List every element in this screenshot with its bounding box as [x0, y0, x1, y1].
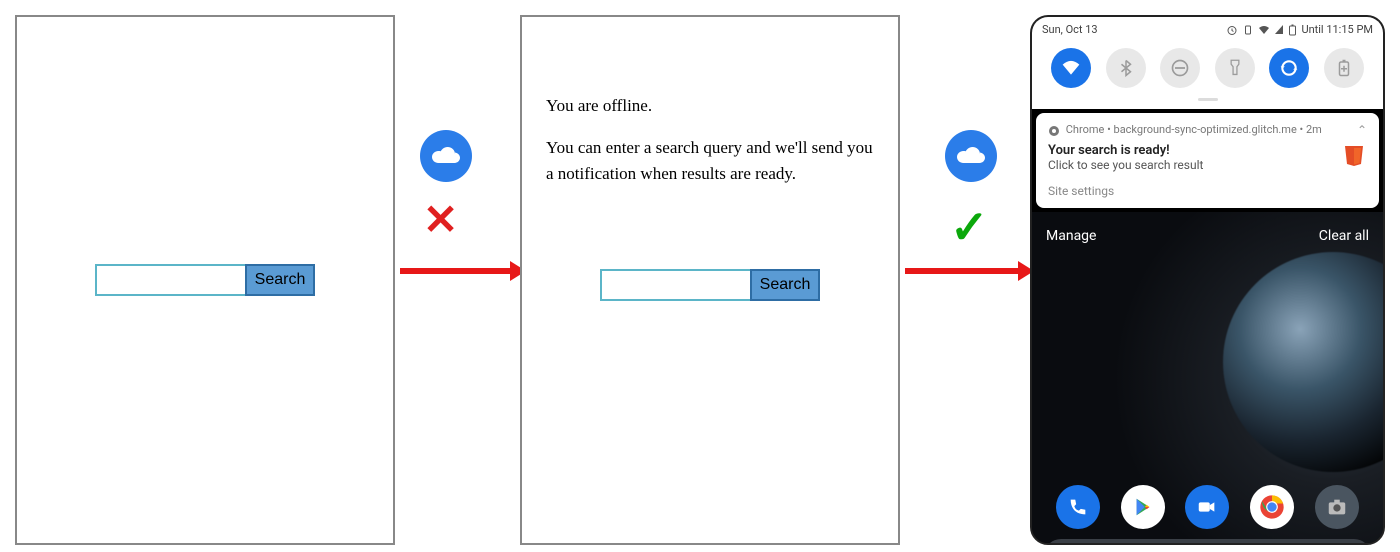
- cloud-offline-badge: [420, 130, 472, 182]
- battery-status-icon: [1288, 24, 1297, 36]
- panel-phone-notification: Sun, Oct 13 Until 11:15 PM: [1030, 15, 1385, 545]
- clear-all-button[interactable]: Clear all: [1319, 228, 1369, 244]
- alarm-icon: [1226, 24, 1238, 36]
- home-dock: [1032, 485, 1383, 529]
- status-bar: Sun, Oct 13 Until 11:15 PM: [1042, 23, 1373, 36]
- search-input[interactable]: [95, 264, 245, 296]
- quick-settings-row: [1042, 44, 1373, 98]
- dock-chrome-app[interactable]: [1250, 485, 1294, 529]
- offline-heading: You are offline.: [546, 93, 874, 119]
- notif-action-site-settings[interactable]: Site settings: [1048, 184, 1367, 198]
- arrow-2: [905, 268, 1020, 274]
- status-until-text: Until 11:15 PM: [1301, 23, 1373, 36]
- qs-autorotate-button[interactable]: [1269, 48, 1309, 88]
- home-search-bar[interactable]: [1044, 539, 1371, 545]
- qs-dnd-button[interactable]: [1160, 48, 1200, 88]
- vibrate-icon: [1242, 24, 1254, 36]
- cross-icon: ✕: [423, 195, 458, 245]
- notification-app-row: Chrome • background-sync-optimized.glitc…: [1048, 123, 1322, 136]
- offline-body: You can enter a search query and we'll s…: [546, 135, 874, 186]
- wifi-icon: [1061, 58, 1081, 78]
- camera-icon: [1326, 496, 1348, 518]
- dock-camera-app[interactable]: [1315, 485, 1359, 529]
- auto-rotate-icon: [1279, 58, 1299, 78]
- dock-duo-app[interactable]: [1185, 485, 1229, 529]
- flashlight-icon: [1227, 59, 1243, 77]
- signal-icon: [1274, 24, 1284, 36]
- notif-title: Your search is ready!: [1048, 143, 1203, 158]
- dnd-icon: [1170, 58, 1190, 78]
- cloud-offline-badge: [945, 130, 997, 182]
- notif-source: background-sync-optimized.glitch.me: [1114, 123, 1297, 136]
- panel-initial-search: Search: [15, 15, 395, 545]
- video-icon: [1196, 496, 1218, 518]
- check-icon: ✓: [950, 200, 989, 255]
- qs-wifi-button[interactable]: [1051, 48, 1091, 88]
- chrome-icon: [1258, 493, 1286, 521]
- arrow-1: [400, 268, 512, 274]
- status-icons: Until 11:15 PM: [1226, 23, 1373, 36]
- battery-saver-icon: [1337, 59, 1351, 77]
- phone-notification-shade: Sun, Oct 13 Until 11:15 PM: [1032, 17, 1383, 109]
- phone-wallpaper-area: Manage Clear all: [1032, 212, 1383, 545]
- search-button[interactable]: Search: [245, 264, 315, 296]
- search-button[interactable]: Search: [750, 269, 820, 301]
- phone-icon: [1067, 496, 1089, 518]
- play-store-icon: [1132, 496, 1154, 518]
- status-date: Sun, Oct 13: [1042, 23, 1098, 36]
- notif-time: 2m: [1306, 123, 1322, 136]
- shade-drag-handle[interactable]: [1198, 98, 1218, 101]
- wallpaper-earth-graphic: [1223, 252, 1385, 472]
- qs-battery-saver-button[interactable]: [1324, 48, 1364, 88]
- search-input[interactable]: [600, 269, 750, 301]
- bluetooth-icon: [1117, 59, 1135, 77]
- cloud-icon: [955, 145, 987, 167]
- panel-offline-message: You are offline. You can enter a search …: [520, 15, 900, 545]
- qs-flashlight-button[interactable]: [1215, 48, 1255, 88]
- chevron-up-icon[interactable]: ⌃: [1357, 123, 1367, 137]
- dock-play-store-app[interactable]: [1121, 485, 1165, 529]
- notification-content: Your search is ready! Click to see you s…: [1048, 143, 1367, 184]
- notif-body: Click to see you search result: [1048, 158, 1203, 172]
- wifi-status-icon: [1258, 24, 1270, 36]
- qs-bluetooth-button[interactable]: [1106, 48, 1146, 88]
- manage-button[interactable]: Manage: [1046, 228, 1096, 244]
- search-form: Search: [600, 269, 820, 301]
- chrome-small-icon: [1048, 125, 1060, 137]
- notification-card[interactable]: Chrome • background-sync-optimized.glitc…: [1036, 113, 1379, 208]
- notif-app-name: Chrome: [1066, 123, 1105, 136]
- cloud-icon: [430, 145, 462, 167]
- dock-phone-app[interactable]: [1056, 485, 1100, 529]
- shade-footer: Manage Clear all: [1032, 220, 1383, 252]
- notif-large-icon: [1341, 143, 1367, 169]
- html5-icon: [1342, 144, 1366, 168]
- notification-header: Chrome • background-sync-optimized.glitc…: [1048, 123, 1367, 137]
- search-form: Search: [95, 264, 315, 296]
